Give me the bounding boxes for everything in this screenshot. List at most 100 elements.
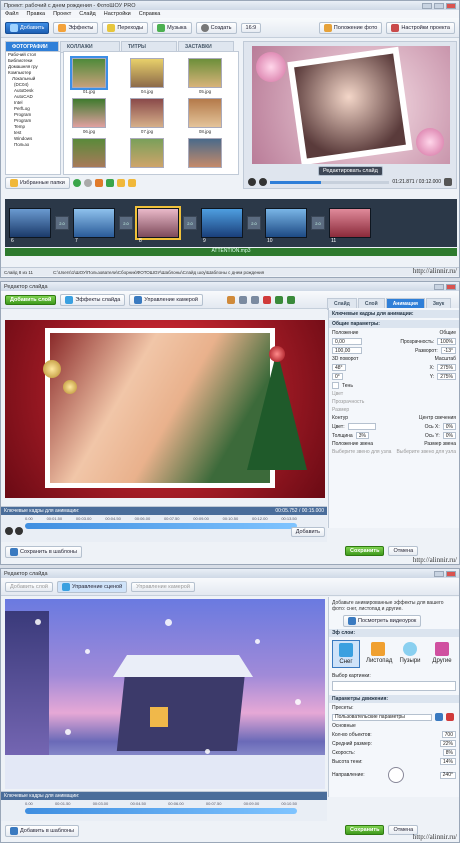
fullscreen-icon[interactable] — [444, 178, 452, 186]
cancel-button[interactable]: Отмена — [388, 546, 419, 556]
slide-canvas[interactable] — [5, 320, 325, 498]
folder-open-icon[interactable] — [116, 179, 125, 187]
tree-item[interactable]: Пользо — [6, 142, 60, 148]
menu-help[interactable]: Справка — [139, 11, 161, 17]
menu-file[interactable]: Файл — [5, 11, 19, 17]
effects-button[interactable]: Эффекты — [53, 21, 99, 34]
opacity-field[interactable]: 100% — [437, 338, 456, 345]
add-button[interactable]: Добавить — [5, 21, 50, 34]
effect-leaves[interactable]: Листопад — [364, 640, 392, 668]
slide-thumbnail-selected[interactable]: 8 — [135, 206, 181, 244]
slide-thumbnail[interactable]: 11 — [329, 208, 371, 244]
save-icon[interactable] — [435, 713, 443, 721]
add-to-templates-button[interactable]: Добавить в шаблоны — [5, 825, 79, 837]
progress-bar[interactable] — [270, 180, 390, 184]
slide-thumbnail[interactable]: 6 — [9, 208, 51, 244]
effect-bubbles[interactable]: Пузыри — [396, 640, 424, 668]
photo-thumbnail[interactable]: 06.jpg — [72, 98, 106, 134]
cut-icon[interactable] — [227, 295, 236, 304]
watch-tutorial-button[interactable]: Посмотреть видеоурок — [343, 615, 422, 627]
create-button[interactable]: Создать — [195, 21, 237, 34]
angle-field[interactable]: 48° — [332, 364, 346, 371]
scale-y-field[interactable]: 275% — [437, 373, 456, 380]
color-picker[interactable] — [347, 423, 376, 430]
maximize-button[interactable] — [434, 2, 444, 9]
photo-position-button[interactable]: Положение фото — [318, 21, 383, 34]
minimize-button[interactable] — [434, 283, 444, 290]
preset-select[interactable]: Пользовательские параметры — [332, 713, 432, 721]
save-button[interactable]: Сохранить — [345, 825, 385, 835]
axis-x-field[interactable]: 0% — [442, 423, 456, 430]
direction-dial[interactable] — [387, 767, 404, 783]
menu-edit[interactable]: Правка — [27, 11, 46, 17]
photo-thumbnail[interactable] — [188, 138, 222, 168]
paste-icon[interactable] — [251, 295, 260, 304]
close-button[interactable] — [446, 570, 456, 577]
transition-thumbnail[interactable]: 2.0 — [183, 216, 197, 230]
add-keyframe-button[interactable]: Добавить — [290, 527, 325, 537]
play-icon[interactable] — [248, 178, 256, 186]
direction-field[interactable]: 240° — [439, 771, 456, 779]
photo-thumbnail[interactable]: 01.jpg — [70, 56, 108, 94]
transition-thumbnail[interactable]: 2.0 — [55, 216, 69, 230]
rotate-field[interactable]: -13° — [440, 347, 456, 354]
keyframe-track[interactable] — [25, 808, 297, 814]
close-button[interactable] — [446, 283, 456, 290]
photo-thumbnail[interactable]: 05.jpg — [188, 58, 222, 94]
scale-x-field[interactable]: 275% — [437, 364, 456, 371]
photo-thumbnail[interactable] — [130, 138, 164, 168]
thickness-field[interactable]: 3% — [355, 432, 369, 439]
transition-thumbnail[interactable]: 2.0 — [311, 216, 325, 230]
slide-thumbnail[interactable]: 10 — [265, 208, 307, 244]
effect-snow[interactable]: Снег — [332, 640, 360, 668]
x-field[interactable]: 0,00 — [332, 338, 362, 345]
shadow-checkbox[interactable] — [332, 382, 339, 389]
favorite-folders-button[interactable]: Избранные папки — [5, 177, 70, 189]
down-arrow-icon[interactable] — [105, 179, 114, 187]
camera-control-button[interactable]: Управление камерой — [129, 293, 204, 306]
camera-control-button[interactable]: Управление камерой — [131, 581, 195, 592]
add-layer-button[interactable]: Добавить слой — [5, 294, 57, 305]
image-picker[interactable] — [332, 681, 456, 691]
menu-project[interactable]: Проект — [53, 11, 71, 17]
layer-down-icon[interactable] — [287, 295, 296, 304]
folder-add-icon[interactable] — [127, 179, 136, 187]
up-arrow-icon[interactable] — [94, 179, 103, 187]
keyframe-track[interactable] — [25, 523, 297, 529]
transition-thumbnail[interactable]: 2.0 — [119, 216, 133, 230]
count-field[interactable]: 700 — [441, 731, 456, 738]
music-button[interactable]: Музыка — [152, 21, 192, 34]
stop-icon[interactable] — [259, 178, 267, 186]
slide-thumbnail[interactable]: 9 — [201, 208, 243, 244]
close-button[interactable] — [446, 2, 456, 9]
menu-slide[interactable]: Слайд — [79, 11, 96, 17]
photo-thumbnail[interactable] — [72, 138, 106, 168]
save-to-templates-button[interactable]: Сохранить в шаблоны — [5, 546, 83, 558]
photo-thumbnail[interactable]: 04.jpg — [130, 58, 164, 94]
transitions-button[interactable]: Переходы — [102, 21, 149, 34]
project-settings-button[interactable]: Настройки проекта — [386, 21, 455, 34]
transition-thumbnail[interactable]: 2.0 — [247, 216, 261, 230]
scene-control-button[interactable]: Управление сценой — [57, 580, 128, 593]
slide-effects-button[interactable]: Эффекты слайда — [60, 293, 126, 306]
play-icon[interactable] — [5, 527, 13, 535]
remove-icon[interactable] — [83, 179, 92, 187]
minimize-button[interactable] — [422, 2, 432, 9]
layer-up-icon[interactable] — [275, 295, 284, 304]
edit-slide-button[interactable]: Редактировать слайд — [318, 166, 383, 176]
effect-other[interactable]: Другие — [428, 640, 456, 668]
save-button[interactable]: Сохранить — [345, 546, 385, 556]
avg-size-field[interactable]: 22% — [439, 740, 456, 747]
angle-field[interactable]: 0° — [332, 373, 343, 380]
axis-y-field[interactable]: 0% — [442, 432, 456, 439]
add-layer-button[interactable]: Добавить слой — [5, 581, 53, 592]
add-icon[interactable] — [72, 179, 81, 187]
delete-icon[interactable] — [263, 295, 272, 304]
slide-canvas[interactable] — [5, 599, 325, 789]
copy-icon[interactable] — [239, 295, 248, 304]
minimize-button[interactable] — [434, 570, 444, 577]
shadow-height-field[interactable]: 14% — [439, 758, 456, 765]
speed-field[interactable]: 8% — [442, 749, 456, 756]
y-field[interactable]: 100,00 — [332, 347, 362, 354]
menu-settings[interactable]: Настройки — [104, 11, 131, 17]
